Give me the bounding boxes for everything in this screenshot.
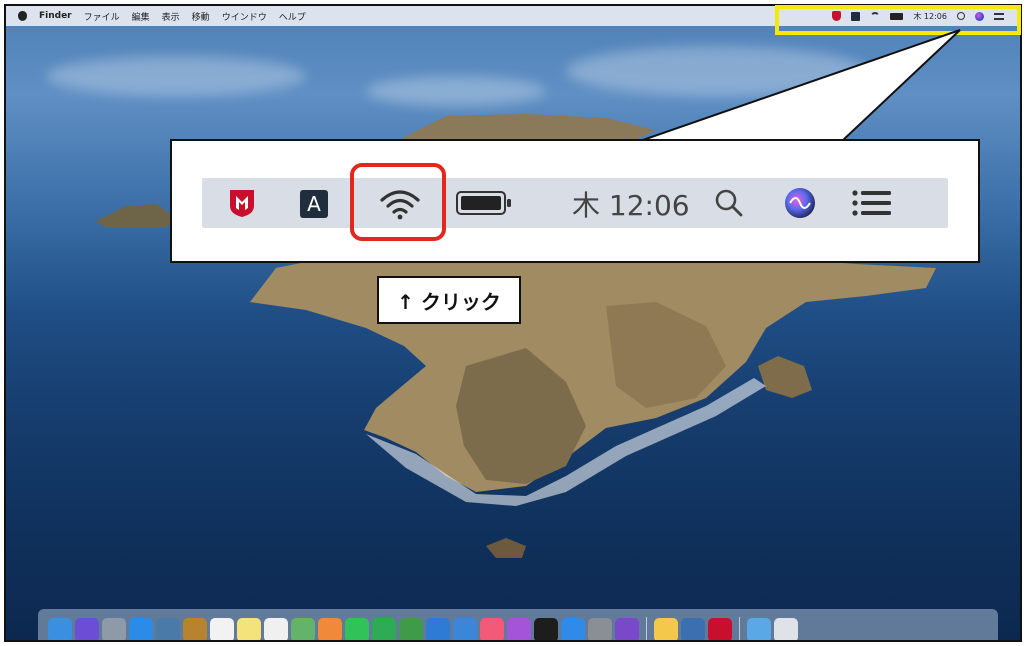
battery-icon[interactable]	[456, 191, 512, 215]
click-instruction-label: ↑ クリック	[377, 276, 521, 324]
mcafee-shield-icon[interactable]	[228, 188, 256, 218]
notification-center-icon[interactable]	[852, 190, 892, 216]
siri-icon[interactable]	[784, 187, 816, 219]
zoomed-status-bar: A 木 12:06	[202, 178, 948, 228]
spotlight-search-icon[interactable]	[714, 188, 744, 218]
input-source-a-icon[interactable]: A	[300, 190, 328, 218]
menu-bar-clock-zoomed[interactable]: 木 12:06	[572, 184, 690, 224]
zoomed-menu-bar-callout: A 木 12:06	[170, 139, 980, 263]
wifi-highlight-box	[350, 163, 446, 241]
